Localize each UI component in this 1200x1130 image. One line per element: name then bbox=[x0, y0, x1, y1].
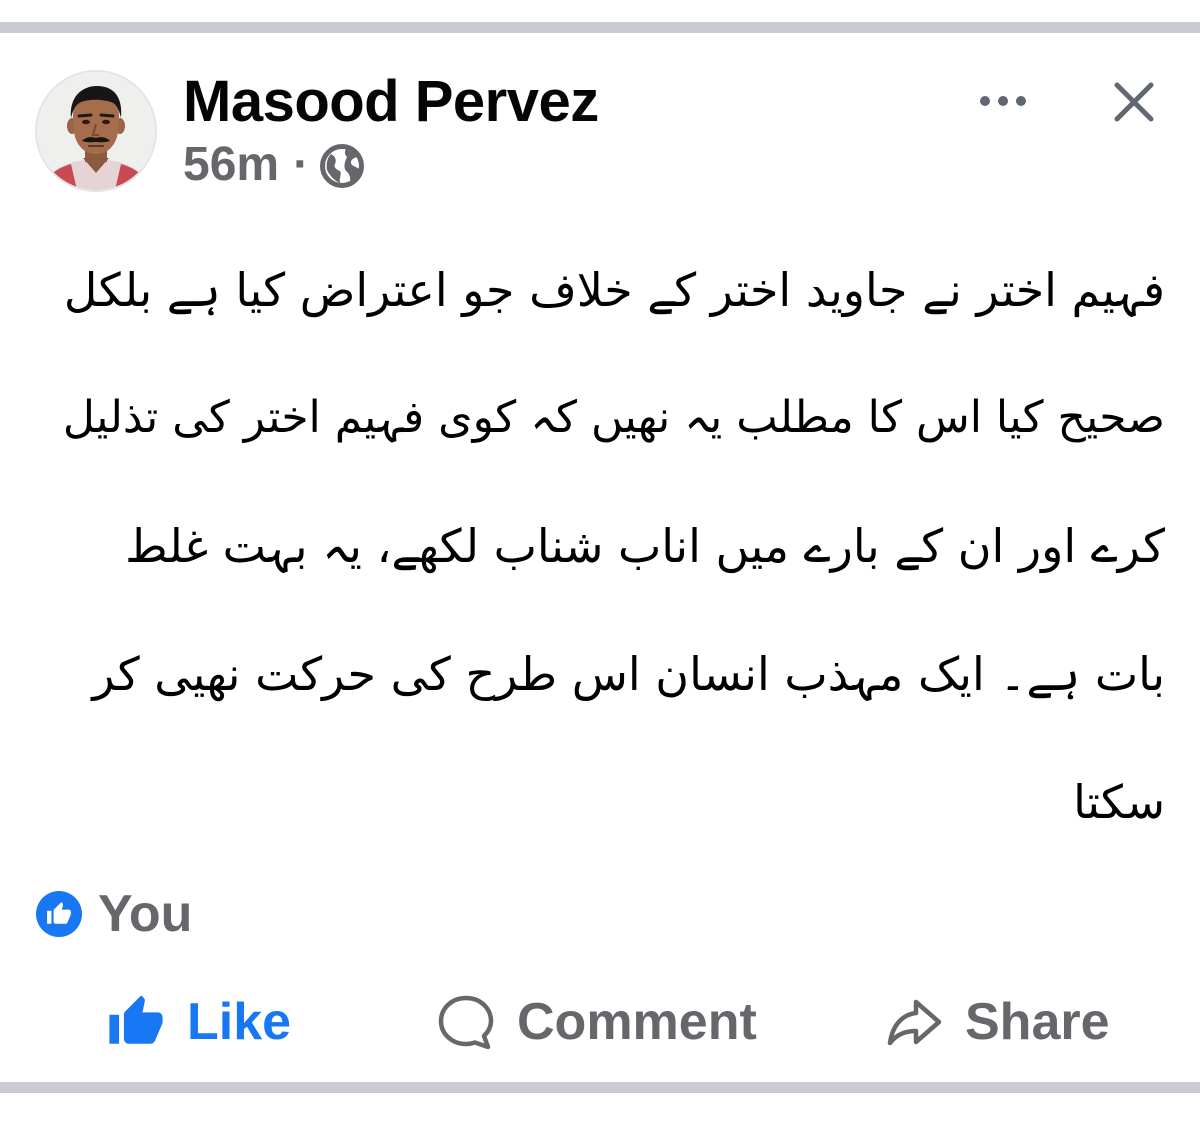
comment-button-label: Comment bbox=[517, 993, 757, 1051]
thumbs-up-icon bbox=[109, 995, 163, 1044]
share-button[interactable]: Share bbox=[885, 990, 1110, 1054]
like-button-label: Like bbox=[187, 993, 292, 1051]
like-reaction-icon bbox=[36, 891, 82, 937]
reaction-summary[interactable]: You bbox=[36, 885, 192, 943]
like-button[interactable]: Like bbox=[107, 990, 291, 1054]
post-text-line: صحیح کیا اس کا مطلب یہ نھیں کہ کوی فہیم … bbox=[62, 392, 1165, 443]
post-text-line: سکتا bbox=[1073, 775, 1165, 829]
share-icon bbox=[887, 999, 942, 1046]
author-name[interactable]: Masood Pervez bbox=[183, 70, 599, 134]
close-post-button[interactable] bbox=[1110, 78, 1158, 126]
comment-button[interactable]: Comment bbox=[437, 990, 757, 1054]
close-icon bbox=[1114, 82, 1154, 122]
avatar-photo bbox=[37, 72, 155, 190]
more-options-button[interactable] bbox=[978, 86, 1028, 116]
post-text-line: کرے اور ان کے بارے میں اناب شناب لکھے، ی… bbox=[125, 519, 1165, 573]
post-card: Masood Pervez 56m · فہیم اختر نے جاوید ا… bbox=[0, 0, 1200, 1130]
post-text: فہیم اختر نے جاوید اختر کے خلاف جو اعترا… bbox=[50, 226, 1165, 866]
share-button-label: Share bbox=[965, 993, 1110, 1051]
globe-icon bbox=[320, 144, 365, 188]
meta-separator: · bbox=[293, 138, 310, 191]
author-avatar[interactable] bbox=[37, 72, 155, 190]
post-timestamp[interactable]: 56m bbox=[183, 138, 279, 192]
feed-divider-bottom bbox=[0, 1082, 1200, 1093]
post-meta: 56m · bbox=[183, 138, 365, 192]
reaction-summary-text: You bbox=[98, 885, 193, 943]
feed-divider-top bbox=[0, 22, 1200, 33]
post-text-line: بات ہے۔ ایک مہذب انسان اس طرح کی حرکت نھ… bbox=[92, 647, 1165, 701]
comment-icon bbox=[438, 995, 494, 1050]
post-text-line: فہیم اختر نے جاوید اختر کے خلاف جو اعترا… bbox=[63, 263, 1165, 317]
thumbs-up-icon bbox=[47, 902, 71, 924]
more-options-icon bbox=[980, 96, 1026, 106]
